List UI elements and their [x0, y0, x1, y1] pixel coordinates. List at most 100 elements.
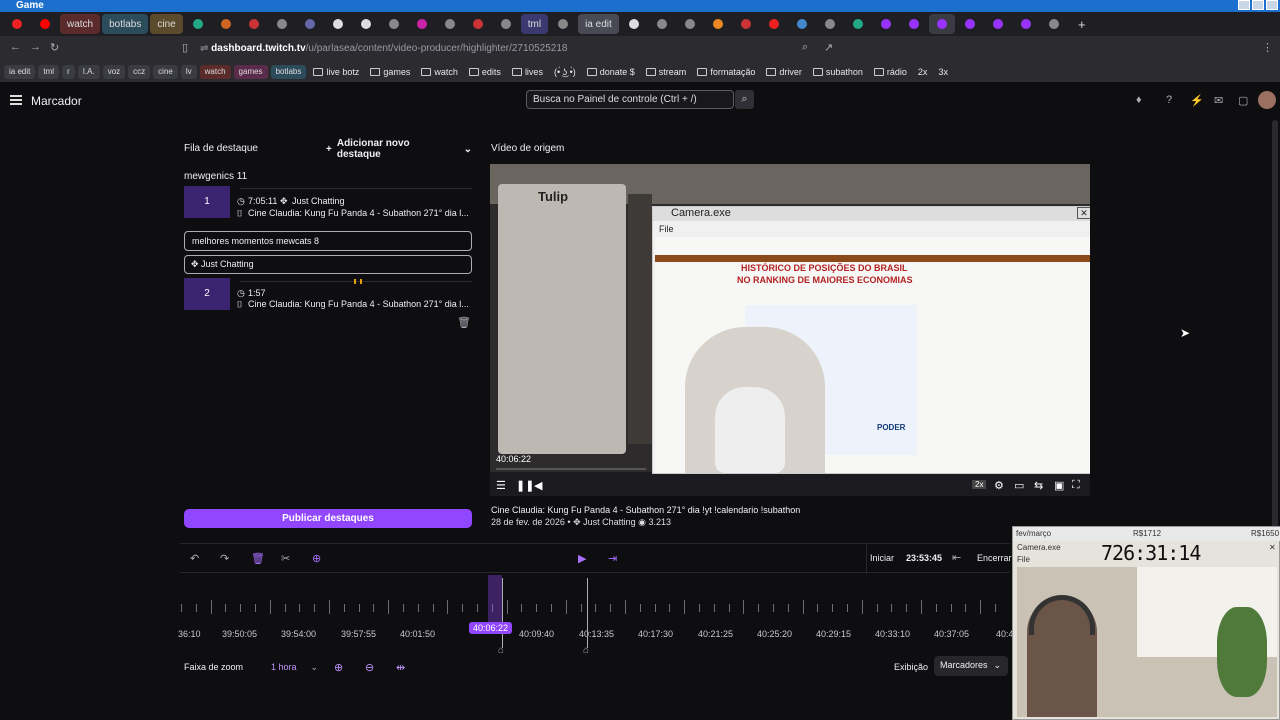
tab-icon[interactable] [705, 14, 731, 34]
zoom-icon[interactable]: ⌕ [802, 41, 808, 54]
zoom-in-icon[interactable]: ⊕ [334, 661, 343, 674]
close-icon[interactable]: ✕ [1077, 207, 1090, 219]
redo-icon[interactable]: ↷ [220, 552, 229, 565]
queue-item[interactable]: 2 ◷ 1:57 ⌷ Cine Claudia: Kung Fu Panda 4… [184, 278, 472, 313]
settings-icon[interactable]: ⚙ [994, 479, 1004, 492]
trash-icon[interactable]: 🗑 [457, 316, 471, 329]
clip-icon[interactable]: ▣ [1054, 479, 1064, 492]
tab-icon[interactable] [677, 14, 703, 34]
bookmark-driver[interactable]: driver [762, 67, 806, 77]
highlight-name-field[interactable]: melhores momentos mewcats 8 [184, 231, 472, 251]
video-player[interactable]: Tulip 40:06:22 Camera.exe ✕ File HISTÓRI… [490, 164, 1090, 496]
skip-end-icon[interactable]: ⇥ [608, 552, 617, 565]
marker-line[interactable] [587, 578, 588, 648]
bookmark-chip[interactable]: r [62, 65, 75, 79]
tab-tml[interactable]: tml [520, 14, 549, 34]
bookmark-chip[interactable]: watch [199, 65, 231, 79]
avatar[interactable] [1258, 91, 1276, 109]
window-controls[interactable] [1238, 0, 1278, 10]
bookmark-watch[interactable]: watch [417, 67, 462, 77]
tab-watch[interactable]: watch [60, 14, 101, 34]
bookmark-chip[interactable]: ccz [128, 65, 151, 79]
whispers-icon[interactable]: ▢ [1238, 94, 1248, 107]
bookmark-chip[interactable]: I.A. [77, 65, 100, 79]
bookmark-3x[interactable]: 3x [934, 67, 952, 77]
bookmark-chip[interactable]: botlabs [270, 65, 307, 79]
start-time[interactable]: 23:53:45 [906, 553, 942, 563]
bookmark-donate[interactable]: donate $ [583, 67, 639, 77]
tab-icon[interactable] [733, 14, 759, 34]
chapters-icon[interactable]: ☰ [496, 479, 506, 492]
drag-handle[interactable] [354, 279, 362, 284]
view-select[interactable]: Marcadores ⌄ [934, 656, 1008, 676]
bookmark-face[interactable]: (•́ ͜ʖ •̀) [550, 67, 580, 77]
tab-ia-edit[interactable]: ia edit [578, 14, 619, 34]
fullscreen-icon[interactable]: ⛶ [1072, 479, 1080, 492]
camera-menu[interactable]: File [659, 224, 674, 234]
share-icon[interactable]: ↗ [824, 41, 833, 54]
add-highlight-button[interactable]: + Adicionar novo destaque ⌄ [326, 138, 472, 160]
fit-icon[interactable]: ⇹ [396, 661, 405, 674]
add-marker-icon[interactable]: ⊕ [312, 552, 321, 565]
tab-icon[interactable] [381, 14, 407, 34]
tab-icon[interactable] [1013, 14, 1039, 34]
zoom-select[interactable]: 1 hora ⌄ [271, 662, 318, 673]
tab-icon[interactable] [241, 14, 267, 34]
back-icon[interactable]: ← [10, 41, 21, 53]
undo-icon[interactable]: ↶ [190, 552, 199, 565]
tab-favicon[interactable] [4, 14, 30, 34]
url-field[interactable]: ⇌ dashboard.twitch.tv/u/parlasea/content… [200, 39, 890, 59]
tab-icon[interactable] [437, 14, 463, 34]
tab-icon[interactable] [353, 14, 379, 34]
tab-icon[interactable] [649, 14, 675, 34]
inbox-icon[interactable]: ✉ [1214, 94, 1223, 107]
tab-icon[interactable] [1041, 14, 1067, 34]
bookmark-live-botz[interactable]: live botz [309, 67, 363, 77]
bookmark-games[interactable]: games [366, 67, 414, 77]
tab-icon[interactable] [985, 14, 1011, 34]
zoom-out-icon[interactable]: ⊖ [365, 661, 374, 674]
publish-highlights-button[interactable]: Publicar destaques [184, 509, 472, 528]
bookmark-chip[interactable]: tml [38, 65, 60, 79]
tab-icon[interactable] [621, 14, 647, 34]
set-start-icon[interactable]: ⇤ [952, 551, 961, 564]
tab-icon[interactable] [957, 14, 983, 34]
tab-cine[interactable]: cine [150, 14, 183, 34]
star-icon[interactable]: ⋮ [1262, 41, 1273, 54]
scissors-icon[interactable]: ✂ [281, 552, 290, 565]
sparkle-icon[interactable]: ⚡ [1190, 94, 1204, 107]
tab-botlabs[interactable]: botlabs [102, 14, 149, 34]
bookmark-chip[interactable]: cine [153, 65, 178, 79]
timeline-ruler[interactable] [180, 575, 1010, 655]
tab-icon[interactable] [817, 14, 843, 34]
bookmark-formatacao[interactable]: formatação [693, 67, 759, 77]
tab-active[interactable] [928, 14, 955, 34]
bookmark-stream[interactable]: stream [642, 67, 691, 77]
theater-icon[interactable]: ▭ [1014, 479, 1024, 492]
queue-item[interactable]: 1 ◷ 7:05:11 ✥ Just Chatting ⌷ Cine Claud… [184, 186, 472, 220]
play-icon[interactable]: ▶ [578, 552, 586, 565]
bookmark-chip[interactable]: voz [102, 65, 126, 79]
tab-icon[interactable] [873, 14, 899, 34]
new-tab-icon[interactable]: + [1069, 14, 1095, 34]
search-icon[interactable]: ⌕ [735, 90, 754, 109]
tab-icon[interactable] [213, 14, 239, 34]
bookmark-chip[interactable]: games [233, 65, 268, 79]
bookmark-chip[interactable]: ia edit [4, 65, 36, 79]
help-icon[interactable]: ? [1166, 94, 1172, 106]
bookmark-radio[interactable]: rádio [870, 67, 911, 77]
bookmark-2x[interactable]: 2x [914, 67, 932, 77]
playhead-line[interactable] [502, 578, 503, 648]
tab-icon[interactable] [761, 14, 787, 34]
bookmark-subathon[interactable]: subathon [809, 67, 867, 77]
marker-pin-icon[interactable]: ⌂ [498, 645, 504, 656]
menu-icon[interactable] [10, 95, 22, 105]
tab-icon[interactable] [409, 14, 435, 34]
bookmark-icon[interactable]: ▯ [182, 41, 188, 54]
pause-icon[interactable]: ❚❚ [516, 479, 534, 492]
volume-icon[interactable]: ◀ [534, 479, 542, 492]
tab-icon[interactable] [901, 14, 927, 34]
highlight-range[interactable] [488, 575, 502, 625]
tab-icon[interactable] [789, 14, 815, 34]
bookmark-chip[interactable]: lv [180, 65, 197, 79]
